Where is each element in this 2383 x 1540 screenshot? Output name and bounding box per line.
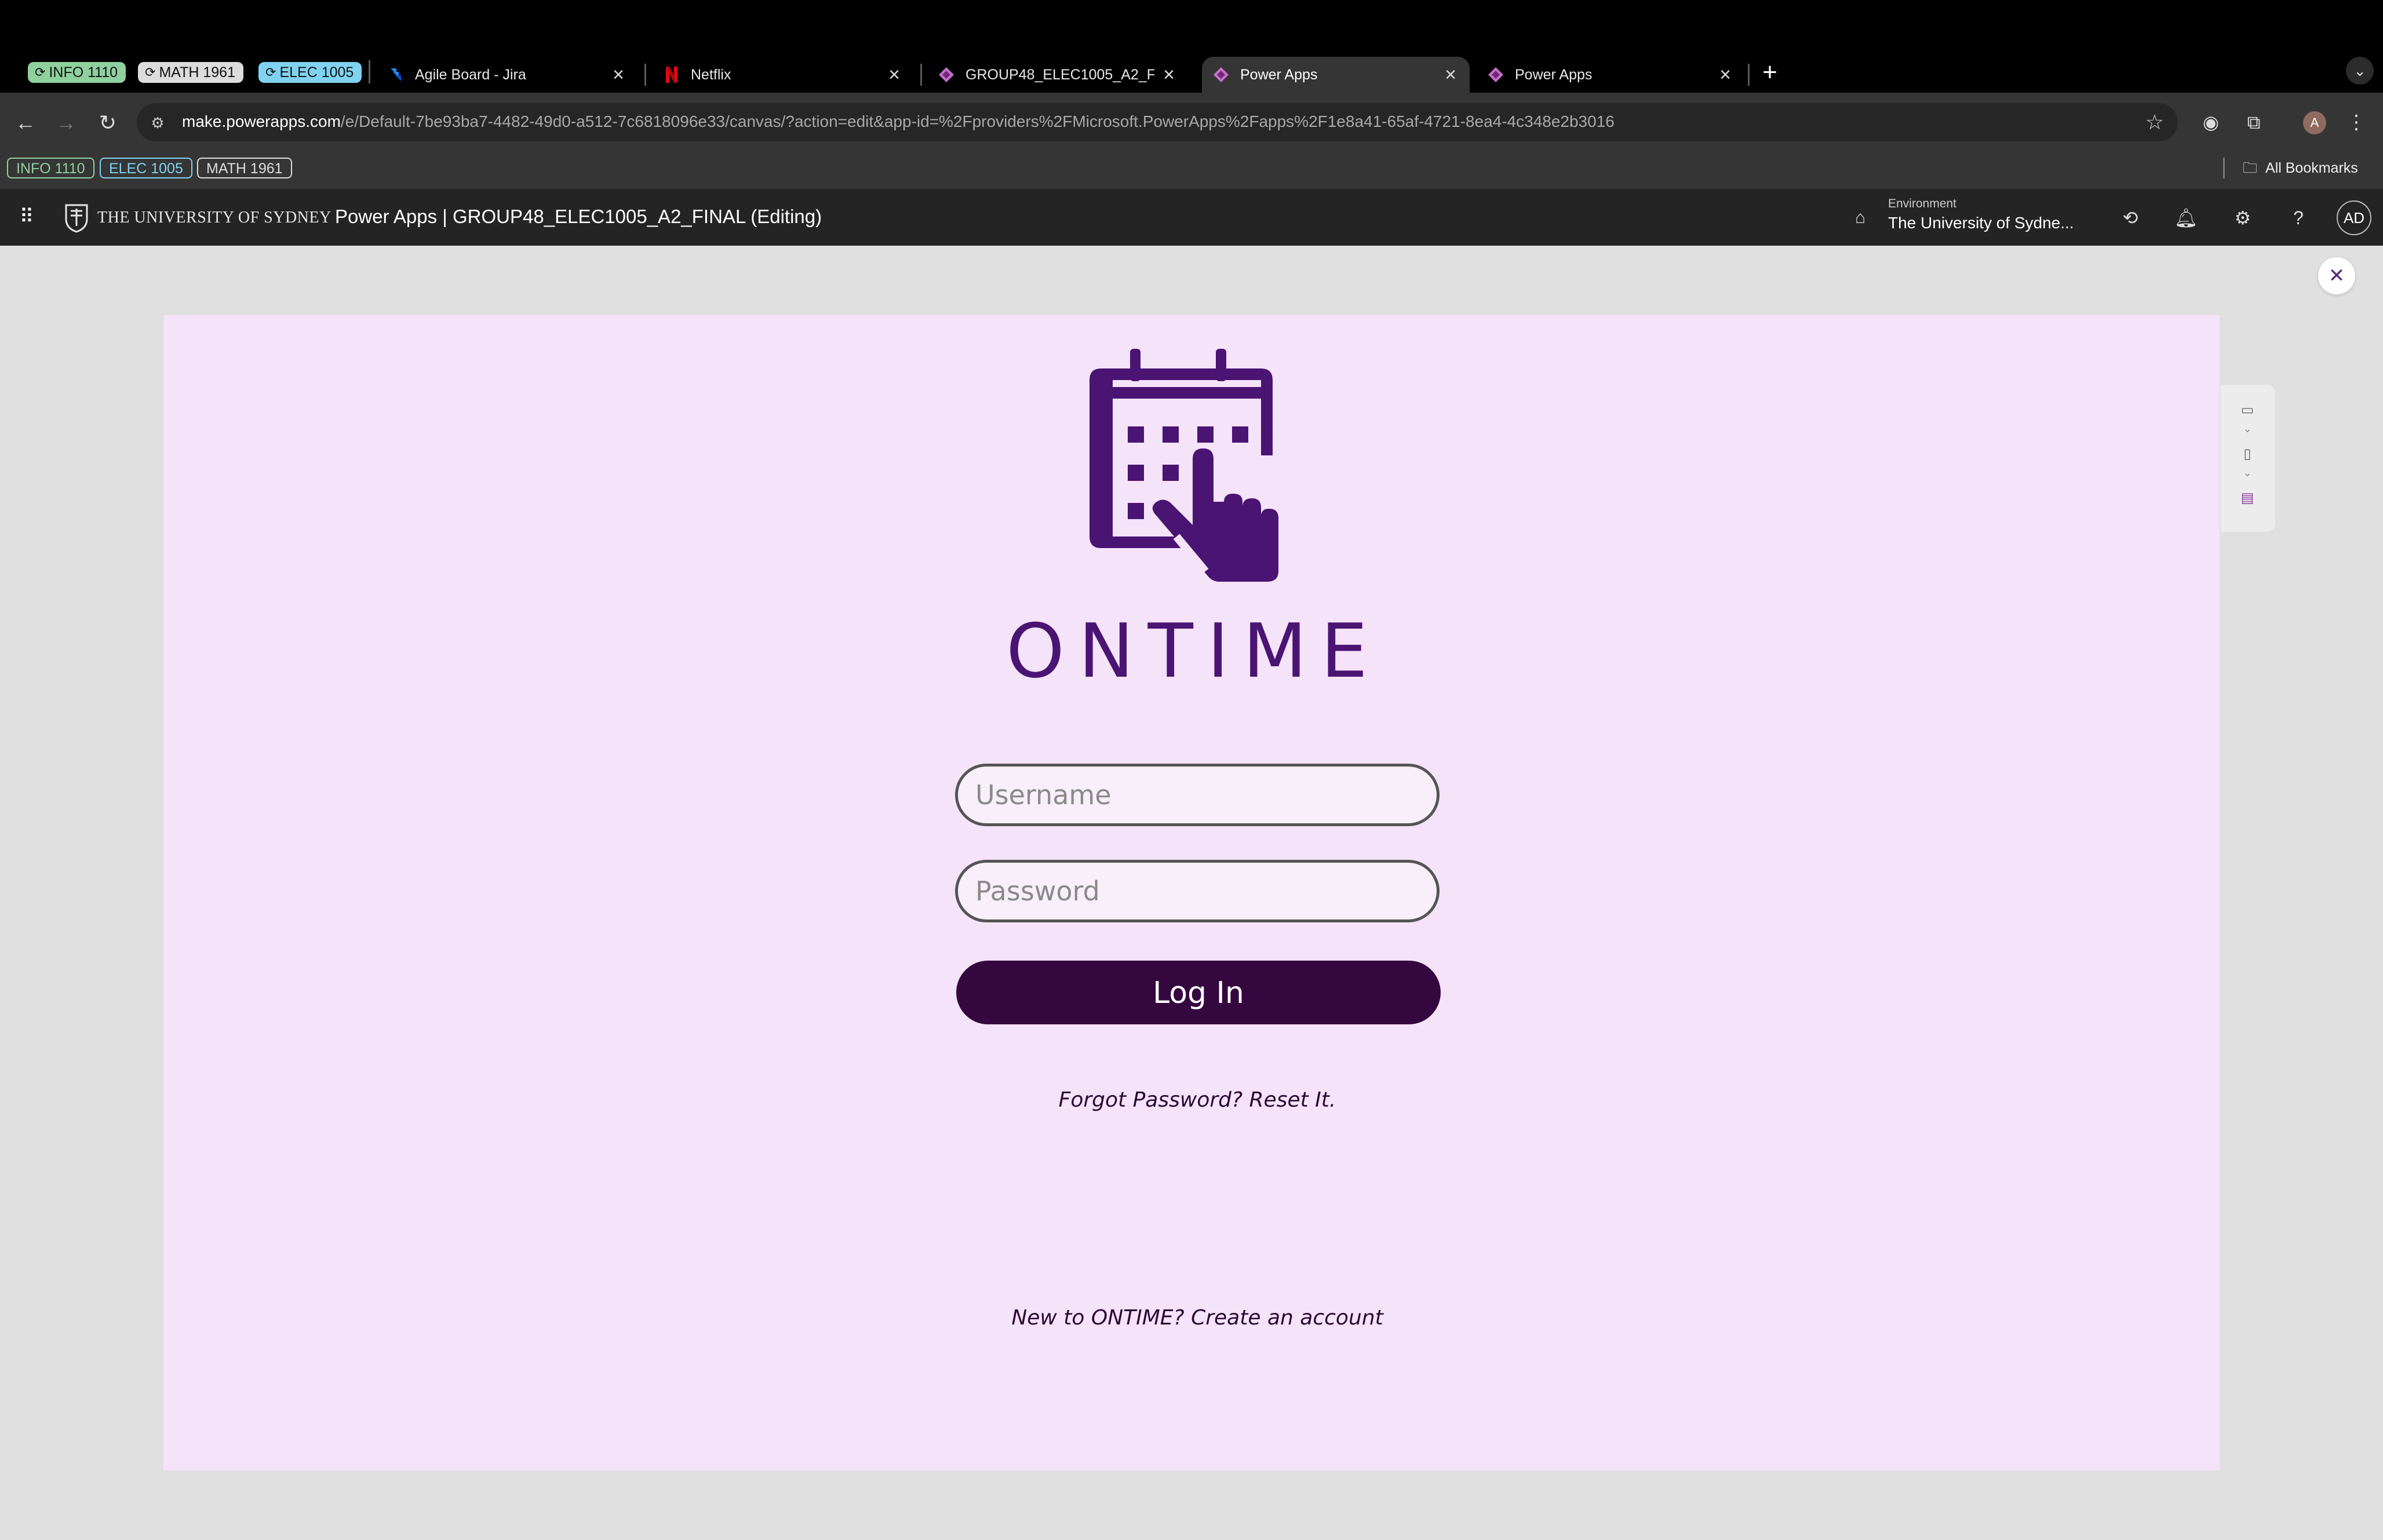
- bookmarks-bar: [0, 153, 2383, 190]
- copilot-icon[interactable]: ⟲: [2116, 204, 2144, 232]
- username-field[interactable]: [955, 764, 1440, 826]
- tab-group48[interactable]: GROUP48_ELEC1005_A2_FI ×: [927, 57, 1188, 93]
- extension-icon[interactable]: ◉: [2198, 109, 2224, 136]
- tab-search-icon[interactable]: ⌄: [2346, 57, 2374, 85]
- forward-icon[interactable]: →: [50, 107, 82, 139]
- back-icon[interactable]: ←: [9, 107, 42, 139]
- bookmark-star-icon[interactable]: ☆: [2142, 108, 2167, 137]
- tab-separator: [1748, 64, 1750, 86]
- new-tab-button[interactable]: +: [1758, 58, 1781, 87]
- tab-jira[interactable]: Agile Board - Jira ×: [377, 57, 637, 93]
- tablet-view-icon[interactable]: ▭: [2236, 399, 2259, 422]
- tab-group-math1961[interactable]: ⟳ MATH 1961: [138, 62, 243, 83]
- tab-power-apps[interactable]: Power Apps ×: [1477, 57, 1744, 93]
- tab-netflix[interactable]: Netflix ×: [653, 57, 913, 93]
- site-settings-icon[interactable]: ⚙: [146, 112, 169, 133]
- browser-menu-icon[interactable]: ⋮: [2345, 108, 2368, 137]
- tab-close-icon[interactable]: ×: [1160, 64, 1178, 86]
- sync-icon: ⟳: [265, 65, 276, 79]
- jira-icon: [387, 66, 405, 83]
- app-preview-icon[interactable]: ▤: [2236, 487, 2259, 510]
- sync-icon: ⟳: [145, 65, 156, 79]
- environment-selector[interactable]: The University of Sydne...: [1888, 212, 2074, 234]
- app-launcher-icon[interactable]: ⠿: [14, 204, 39, 229]
- tab-close-icon[interactable]: ×: [610, 64, 627, 86]
- notifications-bell-icon[interactable]: 🔔︎: [2172, 204, 2200, 232]
- power-apps-icon: [1487, 66, 1504, 83]
- page-title: Power Apps | GROUP48_ELEC1005_A2_FINAL (…: [335, 206, 822, 227]
- power-apps-icon: [1212, 66, 1230, 83]
- help-icon[interactable]: ?: [2284, 204, 2312, 232]
- tab-close-icon[interactable]: ×: [1442, 64, 1459, 86]
- environment-label: Environment: [1888, 197, 1956, 210]
- settings-gear-icon[interactable]: ⚙: [2229, 204, 2257, 232]
- university-crest-icon: [65, 204, 88, 233]
- tab-group-info1110[interactable]: ⟳ INFO 1110: [28, 62, 126, 83]
- tab-separator: [644, 64, 646, 86]
- app-name-title: ONTIME: [1006, 608, 1382, 695]
- password-field[interactable]: [955, 860, 1440, 922]
- tab-separator: [920, 64, 922, 86]
- tab-separator: [369, 60, 370, 83]
- create-account-link[interactable]: New to ONTIME? Create an account: [850, 1306, 1545, 1330]
- phone-view-icon[interactable]: ▯: [2236, 443, 2259, 466]
- bookmarks-separator: [2223, 158, 2225, 178]
- bookmark-group-elec1005[interactable]: ELEC 1005: [100, 158, 192, 178]
- tab-close-icon[interactable]: ×: [1717, 64, 1734, 86]
- login-button[interactable]: Log In: [956, 961, 1441, 1024]
- tab-power-apps-active[interactable]: Power Apps ×: [1202, 57, 1470, 93]
- power-apps-icon: [938, 66, 955, 83]
- environment-icon[interactable]: ⌂: [1849, 206, 1872, 229]
- user-avatar[interactable]: AD: [2337, 200, 2371, 235]
- folder-icon: 🗀: [2243, 160, 2258, 176]
- extensions-puzzle-icon[interactable]: ⧉: [2240, 109, 2267, 136]
- url-text[interactable]: make.powerapps.com/e/Default-7be93ba7-44…: [182, 110, 1615, 133]
- tab-group-elec1005[interactable]: ⟳ ELEC 1005: [258, 62, 362, 83]
- tab-close-icon[interactable]: ×: [886, 64, 903, 86]
- profile-avatar[interactable]: A: [2303, 111, 2326, 134]
- university-logo: THE UNIVERSITY OF SYDNEY: [64, 203, 331, 233]
- reload-icon[interactable]: ↻: [92, 107, 124, 139]
- netflix-icon: [663, 66, 680, 83]
- bookmark-group-info1110[interactable]: INFO 1110: [7, 158, 94, 178]
- all-bookmarks-button[interactable]: 🗀 All Bookmarks: [2243, 158, 2358, 178]
- forgot-password-link[interactable]: Forgot Password? Reset It.: [850, 1088, 1545, 1112]
- bookmark-group-math1961[interactable]: MATH 1961: [197, 158, 292, 178]
- chevron-down-icon[interactable]: ⌄: [2240, 467, 2254, 479]
- calendar-hand-logo-icon: [1090, 349, 1278, 582]
- close-preview-icon[interactable]: ✕: [2318, 257, 2355, 294]
- chevron-down-icon[interactable]: ⌄: [2240, 423, 2254, 435]
- sync-icon: ⟳: [35, 65, 46, 79]
